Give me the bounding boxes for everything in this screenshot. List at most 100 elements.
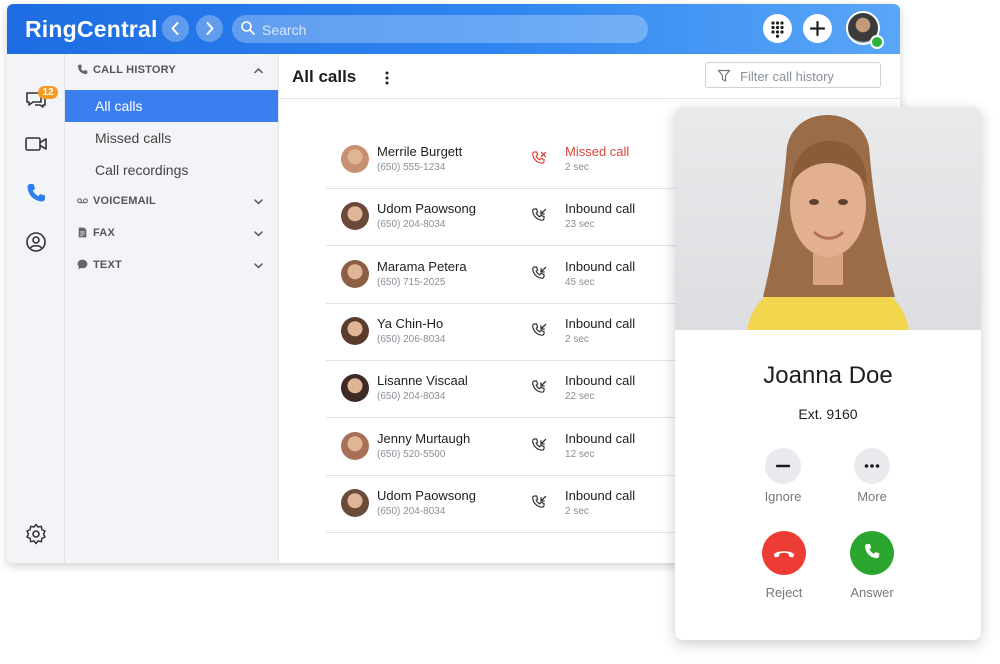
side-navigation: CALL HISTORY All calls Missed calls Call… xyxy=(65,54,279,563)
chevron-down-icon xyxy=(254,263,263,269)
dialpad-button[interactable] xyxy=(763,14,792,43)
caller-name: Joanna Doe xyxy=(763,362,893,389)
forward-button[interactable] xyxy=(196,15,223,42)
call-row[interactable]: Marama Petera (650) 715-2025 Inbound call 4… xyxy=(326,246,686,304)
nav-missed-calls[interactable]: Missed calls xyxy=(65,122,278,154)
phone-answer-icon xyxy=(865,544,880,559)
nav-all-calls[interactable]: All calls xyxy=(65,90,278,122)
settings-icon[interactable] xyxy=(24,522,48,546)
call-duration: 12 sec xyxy=(565,448,595,460)
search-icon xyxy=(241,21,255,35)
missed-call-icon xyxy=(532,151,547,164)
section-label: TEXT xyxy=(93,259,122,271)
call-row[interactable]: Lisanne Viscaal (650) 204-8034 Inbound cal… xyxy=(326,360,686,419)
incoming-call-card: Joanna Doe Ext. 9160 Ignore More Reject … xyxy=(675,107,981,640)
more-dots-icon xyxy=(864,464,880,468)
plus-icon xyxy=(809,20,826,37)
call-duration: 2 sec xyxy=(565,505,589,517)
section-voicemail[interactable]: VOICEMAIL xyxy=(65,188,278,214)
avatar xyxy=(341,374,369,403)
more-button[interactable] xyxy=(854,448,890,484)
contacts-icon[interactable] xyxy=(24,230,48,254)
inbound-call-icon xyxy=(532,323,547,336)
text-message-icon xyxy=(77,259,88,270)
call-row[interactable]: Merrile Burgett (650) 555-1234 Missed call… xyxy=(326,131,686,189)
caller-name: Jenny Murtaugh xyxy=(377,430,471,446)
avatar xyxy=(341,202,369,231)
answer-button[interactable] xyxy=(850,531,894,575)
filter-placeholder: Filter call history xyxy=(740,69,834,84)
avatar xyxy=(341,431,369,460)
divider xyxy=(279,98,900,99)
inbound-call-icon xyxy=(532,208,547,222)
section-text[interactable]: TEXT xyxy=(65,252,278,278)
reject-button[interactable] xyxy=(762,531,806,575)
chevron-down-icon xyxy=(254,199,263,205)
call-row[interactable]: Jenny Murtaugh (650) 520-5500 Inbound call… xyxy=(326,418,686,476)
caller-phone: (650) 520-5500 xyxy=(377,448,446,460)
phone-icon[interactable] xyxy=(24,181,48,205)
top-header: RingCentral xyxy=(7,4,900,54)
call-row[interactable]: Ya Chin-Ho (650) 206-8034 Inbound call 2 se… xyxy=(326,303,686,361)
answer-label: Answer xyxy=(850,585,894,600)
page-title: All calls xyxy=(292,67,357,86)
call-type: Missed call xyxy=(565,144,630,159)
video-icon[interactable] xyxy=(24,132,48,156)
back-button[interactable] xyxy=(162,15,189,42)
more-options-icon[interactable] xyxy=(380,69,394,87)
add-button[interactable] xyxy=(803,14,832,43)
search-box[interactable] xyxy=(232,15,648,45)
chevron-down-icon xyxy=(254,231,263,237)
ignore-button[interactable] xyxy=(765,448,801,484)
section-fax[interactable]: FAX xyxy=(65,220,278,246)
call-type: Inbound call xyxy=(565,201,636,217)
section-call-history[interactable]: CALL HISTORY xyxy=(65,57,278,83)
fax-icon xyxy=(78,227,87,238)
app-logo: RingCentral xyxy=(25,16,158,42)
caller-extension: Ext. 9160 xyxy=(798,406,858,422)
caller-phone: (650) 206-8034 xyxy=(377,333,446,345)
more-label: More xyxy=(857,489,887,504)
avatar xyxy=(341,259,369,288)
left-app-bar xyxy=(7,54,65,563)
section-label: CALL HISTORY xyxy=(93,64,176,76)
call-type: Inbound call xyxy=(565,315,636,331)
minus-icon xyxy=(775,464,791,468)
phone-small-icon xyxy=(77,64,88,75)
call-duration: 23 sec xyxy=(565,219,595,231)
call-type: Inbound call xyxy=(565,487,636,503)
section-label: FAX xyxy=(93,227,115,239)
caller-phone: (650) 204-8034 xyxy=(377,505,446,517)
caller-name: Marama Petera xyxy=(377,258,467,274)
inbound-call-icon xyxy=(532,437,547,451)
call-duration: 22 sec xyxy=(565,391,595,403)
caller-name: Merrile Burgett xyxy=(377,144,463,159)
call-duration: 2 sec xyxy=(565,333,589,345)
caller-portrait xyxy=(747,115,909,330)
call-type: Inbound call xyxy=(565,258,636,274)
nav-label: All calls xyxy=(95,98,143,114)
nav-label: Call recordings xyxy=(95,162,189,178)
chevron-left-icon xyxy=(171,22,179,35)
voicemail-icon xyxy=(77,198,88,204)
chevron-right-icon xyxy=(206,22,214,35)
caller-name: Udom Paowsong xyxy=(377,201,476,217)
filter-call-history-input[interactable]: Filter call history xyxy=(705,62,881,88)
inbound-call-icon xyxy=(532,495,547,508)
caller-phone: (650) 715-2025 xyxy=(377,276,446,288)
avatar xyxy=(341,316,369,345)
messages-badge: 12 xyxy=(38,86,58,99)
call-duration: 2 sec xyxy=(565,162,589,173)
call-row[interactable]: Udom Paowsong (650) 204-8034 Inbound call 2… xyxy=(326,475,686,533)
inbound-call-icon xyxy=(532,265,547,279)
caller-phone: (650) 555-1234 xyxy=(377,162,446,173)
nav-call-recordings[interactable]: Call recordings xyxy=(65,154,278,186)
filter-icon xyxy=(717,69,731,82)
call-duration: 45 sec xyxy=(565,276,595,288)
section-label: VOICEMAIL xyxy=(93,195,156,207)
call-row[interactable]: Udom Paowsong (650) 204-8034 Inbound call 2… xyxy=(326,188,686,247)
call-type: Inbound call xyxy=(565,430,636,446)
search-input[interactable] xyxy=(260,15,634,45)
inbound-call-icon xyxy=(532,380,547,393)
reject-label: Reject xyxy=(765,585,803,600)
